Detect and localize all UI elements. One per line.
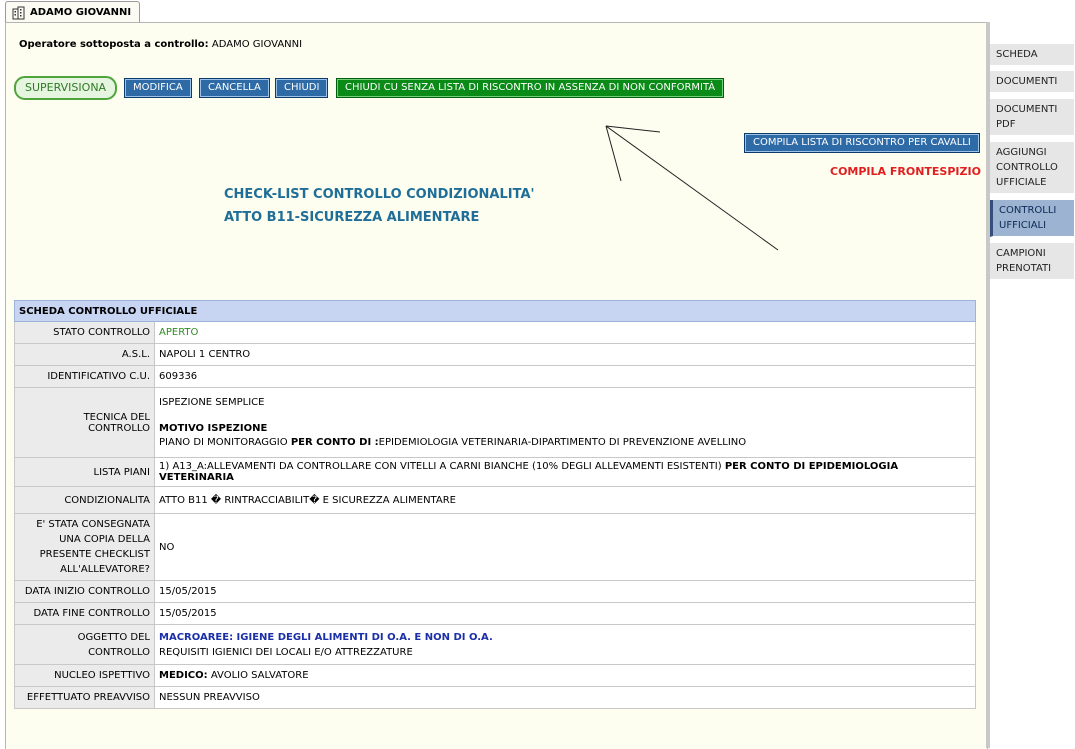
fine-value: 15/05/2015 [154, 602, 976, 625]
compila-frontespizio-link[interactable]: COMPILA FRONTESPIZIO [830, 165, 981, 178]
oggetto-req: REQUISITI IGIENICI DEI LOCALI E/O ATTREZ… [159, 646, 413, 658]
table-row: E' STATA CONSEGNATA UNA COPIA DELLA PRES… [14, 513, 976, 581]
tab-operator[interactable]: ADAMO GIOVANNI [5, 1, 141, 23]
arrow-annotation [605, 125, 779, 251]
checklist-title: CHECK-LIST CONTROLLO CONDIZIONALITA' ATT… [224, 183, 535, 229]
operator-label: Operatore sottoposta a controllo: [19, 39, 209, 50]
building-icon [12, 6, 25, 19]
consegna-value: NO [154, 513, 976, 581]
table-row: OGGETTO DEL CONTROLLO MACROAREE: IGIENE … [14, 624, 976, 665]
id-value: 609336 [154, 365, 976, 388]
nucleo-bold: MEDICO: [159, 670, 208, 681]
side-item-aggiungi-controllo[interactable]: AGGIUNGI CONTROLLO UFFICIALE [990, 142, 1074, 194]
operator-name: ADAMO GIOVANNI [211, 39, 303, 50]
oggetto-macro: MACROAREE: IGIENE DEGLI ALIMENTI DI O.A.… [159, 631, 493, 643]
consegna-label: E' STATA CONSEGNATA UNA COPIA DELLA PRES… [14, 513, 155, 581]
supervisiona-button[interactable]: SUPERVISIONA [14, 76, 118, 100]
lista-cell: 1) A13_A:ALLEVAMENTI DA CONTROLLARE CON … [154, 457, 976, 487]
tecnica-value: ISPEZIONE SEMPLICE [159, 396, 265, 408]
stato-value: APERTO [154, 321, 976, 344]
nucleo-label: NUCLEO ISPETTIVO [14, 664, 155, 687]
table-row: A.S.L. NAPOLI 1 CENTRO [14, 343, 976, 366]
nucleo-value: AVOLIO SALVATORE [210, 670, 309, 681]
table-row: EFFETTUATO PREAVVISO NESSUN PREAVVISO [14, 686, 976, 709]
asl-value: NAPOLI 1 CENTRO [154, 343, 976, 366]
piano-line: PIANO DI MONITORAGGIO PER CONTO DI :EPID… [159, 436, 971, 450]
scheda-controllo-table: SCHEDA CONTROLLO UFFICIALE STATO CONTROL… [14, 300, 976, 709]
chiudi-cu-button[interactable]: CHIUDI CU SENZA LISTA DI RISCONTRO IN AS… [336, 78, 725, 98]
tab-label: ADAMO GIOVANNI [30, 7, 132, 18]
preavviso-value: NESSUN PREAVVISO [154, 686, 976, 709]
side-menu: SCHEDA DOCUMENTI DOCUMENTI PDF AGGIUNGI … [986, 22, 1075, 748]
side-item-controlli-ufficiali[interactable]: CONTROLLI UFFICIALI [990, 200, 1074, 237]
table-row: DATA FINE CONTROLLO 15/05/2015 [14, 602, 976, 625]
id-label: IDENTIFICATIVO C.U. [14, 365, 155, 388]
cancella-button[interactable]: CANCELLA [199, 78, 270, 98]
chiudi-button[interactable]: CHIUDI [275, 78, 329, 98]
table-header: SCHEDA CONTROLLO UFFICIALE [14, 300, 976, 322]
tecnica-label: TECNICA DEL CONTROLLO [14, 387, 155, 458]
tab-bar: ADAMO GIOVANNI [0, 0, 1075, 23]
oggetto-label: OGGETTO DEL CONTROLLO [14, 624, 155, 665]
table-row: DATA INIZIO CONTROLLO 15/05/2015 [14, 580, 976, 603]
piano-bold: PER CONTO DI : [290, 436, 379, 448]
side-item-campioni-prenotati[interactable]: CAMPIONI PRENOTATI [990, 243, 1074, 280]
main-panel: Operatore sottoposta a controllo: ADAMO … [5, 22, 988, 749]
modifica-button[interactable]: MODIFICA [124, 78, 192, 98]
side-item-documenti[interactable]: DOCUMENTI [990, 71, 1074, 93]
fine-label: DATA FINE CONTROLLO [14, 602, 155, 625]
table-header-row: SCHEDA CONTROLLO UFFICIALE [14, 300, 976, 322]
table-row: STATO CONTROLLO APERTO [14, 321, 976, 344]
oggetto-cell: MACROAREE: IGIENE DEGLI ALIMENTI DI O.A.… [154, 624, 976, 665]
operator-line: Operatore sottoposta a controllo: ADAMO … [19, 39, 302, 50]
piano-suffix: EPIDEMIOLOGIA VETERINARIA-DIPARTIMENTO D… [378, 436, 747, 448]
table-row: TECNICA DEL CONTROLLO ISPEZIONE SEMPLICE… [14, 387, 976, 458]
piano-prefix: PIANO DI MONITORAGGIO [159, 436, 288, 448]
side-item-documenti-pdf[interactable]: DOCUMENTI PDF [990, 99, 1074, 136]
checklist-title-line1: CHECK-LIST CONTROLLO CONDIZIONALITA' [224, 187, 535, 202]
lista-value: 1) A13_A:ALLEVAMENTI DA CONTROLLARE CON … [159, 461, 722, 472]
stato-label: STATO CONTROLLO [14, 321, 155, 344]
preavviso-label: EFFETTUATO PREAVVISO [14, 686, 155, 709]
asl-label: A.S.L. [14, 343, 155, 366]
side-item-scheda[interactable]: SCHEDA [990, 44, 1074, 66]
nucleo-cell: MEDICO: AVOLIO SALVATORE [154, 664, 976, 687]
checklist-title-line2: ATTO B11-SICUREZZA ALIMENTARE [224, 210, 480, 225]
inizio-value: 15/05/2015 [154, 580, 976, 603]
cond-label: CONDIZIONALITA [14, 486, 155, 514]
motivo-label: MOTIVO ISPEZIONE [159, 422, 268, 434]
cond-value: ATTO B11 � RINTRACCIABILIT� E SICUREZZA … [154, 486, 976, 514]
inizio-label: DATA INIZIO CONTROLLO [14, 580, 155, 603]
table-row: CONDIZIONALITA ATTO B11 � RINTRACCIABILI… [14, 486, 976, 514]
table-row: LISTA PIANI 1) A13_A:ALLEVAMENTI DA CONT… [14, 457, 976, 487]
tecnica-cell: ISPEZIONE SEMPLICE MOTIVO ISPEZIONE PIAN… [154, 387, 976, 458]
table-row: IDENTIFICATIVO C.U. 609336 [14, 365, 976, 388]
table-row: NUCLEO ISPETTIVO MEDICO: AVOLIO SALVATOR… [14, 664, 976, 687]
lista-label: LISTA PIANI [14, 457, 155, 487]
